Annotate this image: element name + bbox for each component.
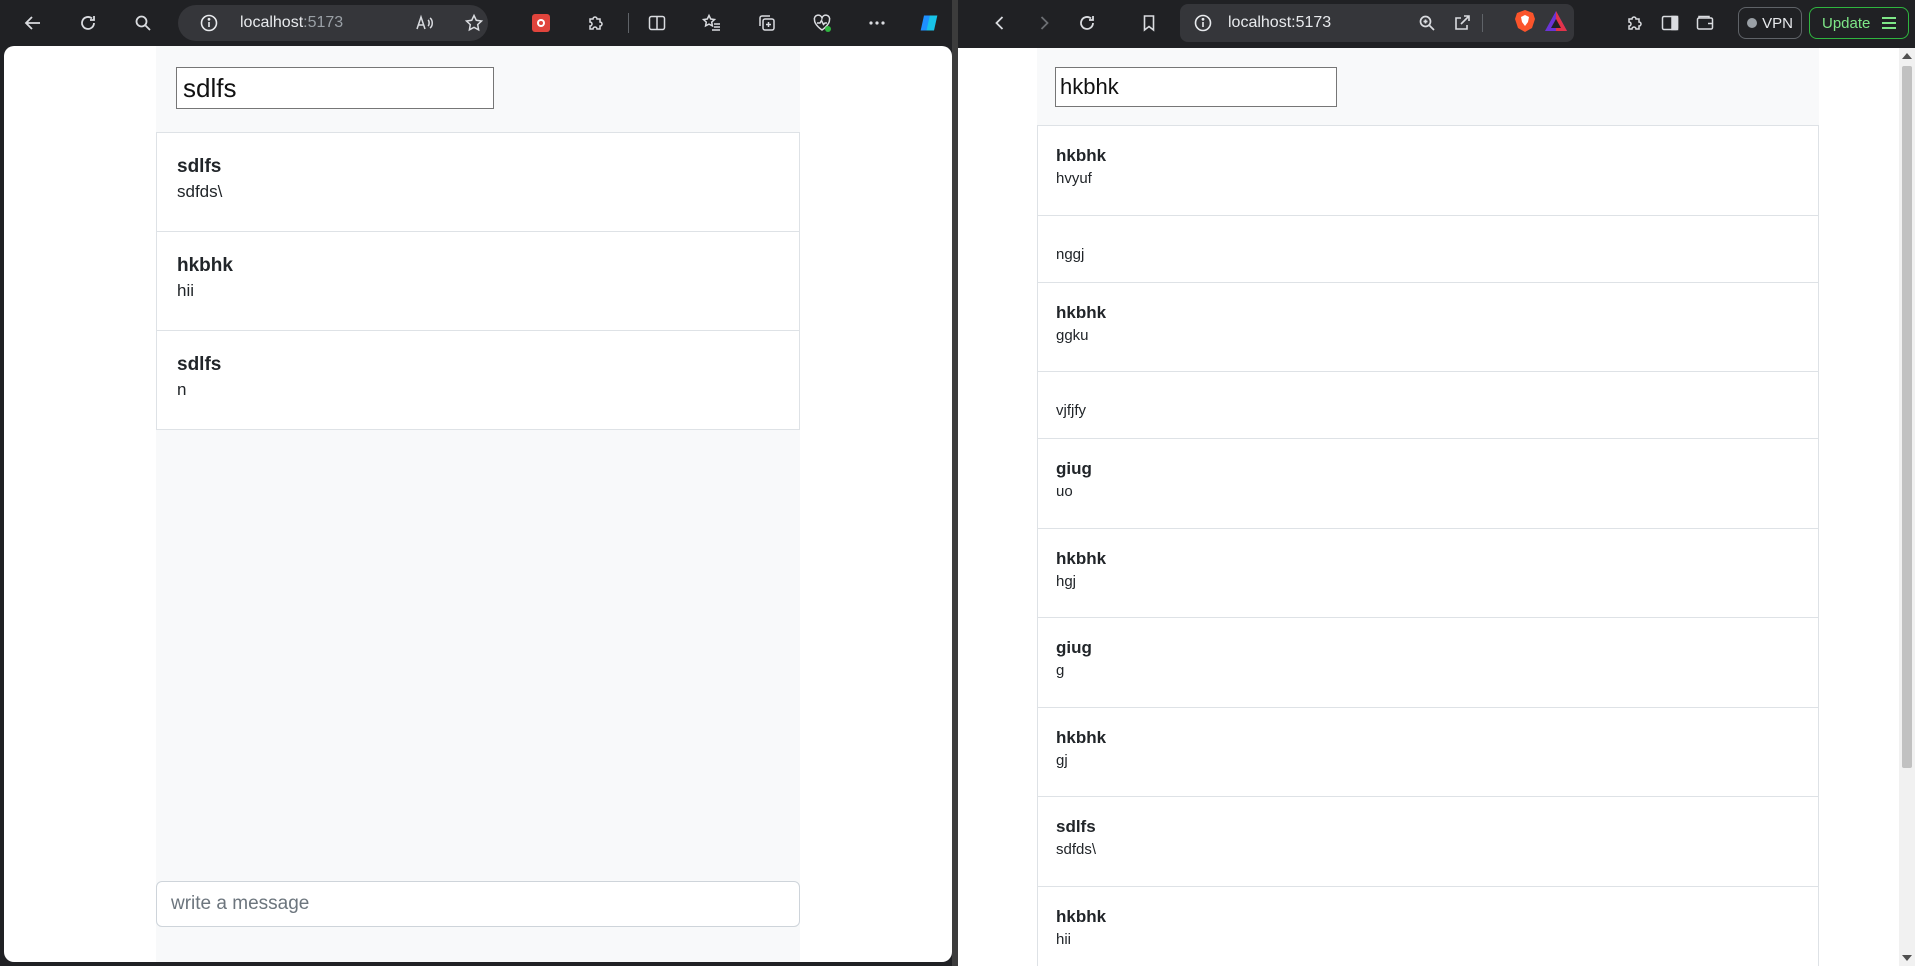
right-page-viewport: hkbhk hvyuf nggj hkbhk ggku vjfjfy giug … [958,48,1899,966]
bookmark-icon[interactable] [1135,9,1163,37]
left-page-viewport: sdlfs sdfds\ hkbhk hii sdlfs n [4,46,952,962]
brave-shields-icon[interactable] [1514,9,1536,33]
message-item: giug uo [1037,439,1819,529]
forward-icon[interactable] [1030,9,1058,37]
right-browser-toolbar: localhost:5173 VPN Update [958,0,1915,48]
brave-rewards-icon[interactable] [1544,10,1568,32]
toolbar-separator [628,13,629,33]
collections-icon[interactable] [753,9,781,37]
message-text: g [1056,662,1065,679]
vpn-label: VPN [1762,14,1793,32]
message-text: ggku [1056,326,1089,344]
message-list: sdlfs sdfds\ hkbhk hii sdlfs n [156,132,800,430]
zoom-icon[interactable] [1413,9,1441,37]
username-input[interactable] [176,67,494,109]
message-item: giug g [1037,618,1819,708]
message-item: sdlfs sdfds\ [1037,797,1819,887]
message-item: hkbhk hgj [1037,528,1819,618]
message-text: hvyuf [1056,170,1092,187]
address-url[interactable]: localhost:5173 [240,14,343,32]
message-item: hkbhk hvyuf [1037,126,1819,216]
message-author: sdlfs [177,156,222,177]
address-bar[interactable]: localhost:5173 [178,5,488,41]
scroll-up-arrow-icon[interactable] [1902,53,1912,59]
message-input[interactable] [156,881,800,927]
message-text: hii [1056,930,1072,948]
message-author: giug [1056,638,1092,657]
message-author: sdlfs [1056,817,1096,836]
message-author: hkbhk [177,255,233,276]
message-text: sdfds\ [1056,841,1097,858]
message-text: hgj [1056,572,1077,590]
message-author: hkbhk [1056,727,1107,747]
share-icon[interactable] [1448,9,1476,37]
extensions-icon[interactable] [1621,9,1649,37]
wallet-icon[interactable] [1691,9,1719,37]
address-url[interactable]: localhost:5173 [1228,14,1331,32]
split-screen-icon[interactable] [643,9,671,37]
address-separator [1482,14,1483,32]
update-label: Update [1822,14,1871,32]
message-text: sdfds\ [177,182,223,201]
message-item: hkbhk gj [1037,707,1819,797]
browser-essentials-icon[interactable] [808,9,836,37]
read-aloud-icon[interactable] [410,9,438,37]
reload-icon[interactable] [1073,9,1101,37]
info-icon[interactable] [200,14,218,32]
scrollbar-thumb[interactable] [1902,66,1912,768]
message-text: nggj [1056,245,1085,263]
message-author: hkbhk [1056,146,1107,165]
chat-app: hkbhk hvyuf nggj hkbhk ggku vjfjfy giug … [1037,48,1819,966]
search-icon[interactable] [129,9,157,37]
more-icon[interactable] [863,9,891,37]
vpn-status-icon [1747,18,1758,28]
vpn-button[interactable]: VPN [1738,7,1802,39]
extension-red-icon[interactable] [527,9,555,37]
refresh-icon[interactable] [74,9,102,37]
page-scrollbar[interactable] [1899,48,1915,966]
message-text: vjfjfy [1056,402,1086,419]
right-browser-window: localhost:5173 VPN Update hkbhk hkbhk hv… [958,0,1915,966]
message-item: hkbhk ggku [1037,282,1819,372]
message-item: vjfjfy [1037,372,1819,439]
menu-icon [1882,17,1897,29]
username-input[interactable] [1055,67,1337,107]
back-icon[interactable] [986,9,1014,37]
message-author: giug [1056,459,1092,478]
message-author: hkbhk [1056,548,1107,568]
info-icon[interactable] [1194,14,1212,32]
message-author: hkbhk [1056,302,1107,322]
scroll-down-arrow-icon[interactable] [1902,955,1912,961]
copilot-icon[interactable] [915,9,943,37]
message-item: hkbhk hii [1037,886,1819,966]
favorites-icon[interactable] [698,9,726,37]
message-item: sdlfs n [156,331,800,430]
message-item: sdlfs sdfds\ [156,133,800,232]
message-text: hii [177,281,195,300]
message-author: hkbhk [1056,906,1107,926]
extensions-puzzle-icon[interactable] [582,9,610,37]
message-item: hkbhk hii [156,232,800,331]
chat-app: sdlfs sdfds\ hkbhk hii sdlfs n [156,46,800,962]
message-author: sdlfs [177,354,222,375]
left-browser-window: localhost:5173 sdlfs sdlfs sdfds\ hkbhk … [0,0,958,966]
message-text: gj [1056,751,1068,769]
left-browser-toolbar: localhost:5173 [0,0,958,46]
message-text: n [177,380,187,399]
message-item: nggj [1037,215,1819,283]
favorite-star-icon[interactable] [460,9,488,37]
message-text: uo [1056,483,1073,500]
sidebar-icon[interactable] [1656,9,1684,37]
message-list: hkbhk hvyuf nggj hkbhk ggku vjfjfy giug … [1037,125,1819,966]
update-button[interactable]: Update [1809,7,1909,39]
back-icon[interactable] [19,9,47,37]
